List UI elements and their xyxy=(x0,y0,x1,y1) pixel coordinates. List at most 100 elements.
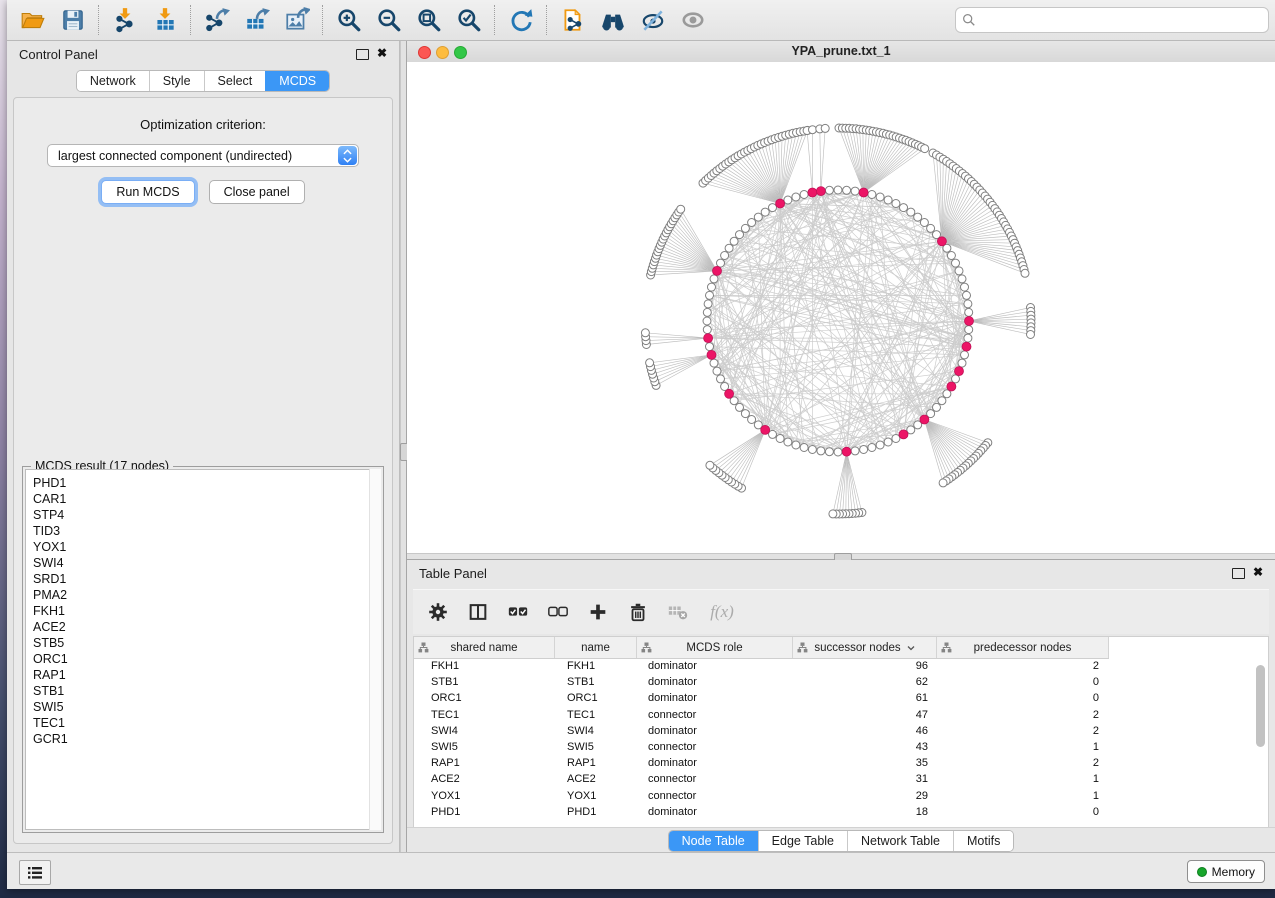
tab-edge-table[interactable]: Edge Table xyxy=(758,831,847,851)
cell-predecessor-nodes: 1 xyxy=(1039,771,1099,787)
mcds-result-node[interactable]: YOX1 xyxy=(33,539,380,555)
tab-network-table[interactable]: Network Table xyxy=(847,831,953,851)
tab-select[interactable]: Select xyxy=(204,71,266,91)
close-panel-button[interactable]: Close panel xyxy=(209,180,305,204)
column-header-successor-nodes[interactable]: successor nodes xyxy=(793,637,937,658)
zoom-fit-icon[interactable] xyxy=(409,3,449,37)
export-network-icon[interactable] xyxy=(197,3,237,37)
table-row-PHD1[interactable]: PHD1PHD1dominator180 xyxy=(414,804,1253,820)
mcds-result-node[interactable]: PMA2 xyxy=(33,587,380,603)
toolbar-separator xyxy=(98,5,100,35)
cell-shared-name: ACE2 xyxy=(431,771,460,787)
scrollbar-thumb[interactable] xyxy=(1256,665,1265,747)
memory-button[interactable]: Memory xyxy=(1187,860,1265,883)
cell-predecessor-nodes: 2 xyxy=(1039,755,1099,771)
search-input[interactable] xyxy=(980,12,1262,28)
tab-node-table[interactable]: Node Table xyxy=(669,831,758,851)
save-session-icon[interactable] xyxy=(53,3,93,37)
tab-mcds[interactable]: MCDS xyxy=(265,71,329,91)
mcds-result-node[interactable]: RAP1 xyxy=(33,667,380,683)
mcds-result-node[interactable]: STB5 xyxy=(33,635,380,651)
network-canvas[interactable] xyxy=(407,62,1275,553)
tab-motifs[interactable]: Motifs xyxy=(953,831,1013,851)
mcds-result-node[interactable]: TEC1 xyxy=(33,715,380,731)
mcds-result-node[interactable]: ORC1 xyxy=(33,651,380,667)
hide-selected-icon[interactable] xyxy=(633,3,673,37)
table-scrollbar[interactable] xyxy=(1256,661,1265,823)
table-row-FKH1[interactable]: FKH1FKH1dominator962 xyxy=(414,658,1253,674)
close-panel-icon[interactable]: ✖ xyxy=(1253,565,1263,579)
horizontal-splitter[interactable] xyxy=(407,553,1275,560)
float-panel-icon[interactable] xyxy=(356,49,369,60)
vertical-splitter[interactable] xyxy=(400,41,407,852)
search-box[interactable] xyxy=(955,7,1269,33)
mcds-list-scrollbar[interactable] xyxy=(369,469,381,830)
find-icon[interactable] xyxy=(593,3,633,37)
network-graph[interactable] xyxy=(407,62,1275,553)
table-row-SWI4[interactable]: SWI4SWI4dominator462 xyxy=(414,723,1253,739)
toolbar-separator xyxy=(190,5,192,35)
zoom-out-icon[interactable] xyxy=(369,3,409,37)
network-view-window: YPA_prune.txt_1 xyxy=(407,41,1275,553)
toolbar-separator xyxy=(546,5,548,35)
task-history-button[interactable] xyxy=(19,860,51,885)
optimization-criterion-select[interactable]: largest connected component (undirected) xyxy=(47,144,359,167)
mcds-result-node[interactable]: GCR1 xyxy=(33,731,380,747)
mcds-result-node[interactable]: SWI5 xyxy=(33,699,380,715)
settings-gear-icon[interactable] xyxy=(425,599,451,625)
table-row-STB1[interactable]: STB1STB1dominator620 xyxy=(414,674,1253,690)
mcds-result-node[interactable]: PHD1 xyxy=(33,475,380,491)
column-header-shared-name[interactable]: shared name xyxy=(414,637,555,658)
import-network-icon[interactable] xyxy=(105,3,145,37)
column-layout-icon[interactable] xyxy=(465,599,491,625)
cell-name: PHD1 xyxy=(567,804,596,820)
preview-icon[interactable] xyxy=(673,3,713,37)
zoom-selected-icon[interactable] xyxy=(449,3,489,37)
cell-predecessor-nodes: 0 xyxy=(1039,804,1099,820)
table-row-ACE2[interactable]: ACE2ACE2connector311 xyxy=(414,771,1253,787)
mcds-result-node[interactable]: FKH1 xyxy=(33,603,380,619)
mcds-result-node[interactable]: SWI4 xyxy=(33,555,380,571)
float-panel-icon[interactable] xyxy=(1232,568,1245,579)
column-header-MCDS-role[interactable]: MCDS role xyxy=(637,637,793,658)
cell-successor-nodes: 35 xyxy=(868,755,928,771)
cell-successor-nodes: 96 xyxy=(868,658,928,674)
mcds-result-node[interactable]: TID3 xyxy=(33,523,380,539)
run-mcds-button[interactable]: Run MCDS xyxy=(101,180,194,204)
tab-network[interactable]: Network xyxy=(77,71,149,91)
export-table-icon[interactable] xyxy=(237,3,277,37)
table-row-SWI5[interactable]: SWI5SWI5connector431 xyxy=(414,739,1253,755)
close-panel-icon[interactable]: ✖ xyxy=(377,46,387,60)
network-window-titlebar[interactable]: YPA_prune.txt_1 xyxy=(407,41,1275,63)
delete-column-icon[interactable] xyxy=(625,599,651,625)
mcds-result-node[interactable]: SRD1 xyxy=(33,571,380,587)
delete-table-disabled-icon xyxy=(665,599,691,625)
cell-shared-name: STB1 xyxy=(431,674,459,690)
column-header-name[interactable]: name xyxy=(555,637,637,658)
mcds-result-node[interactable]: CAR1 xyxy=(33,491,380,507)
export-image-icon[interactable] xyxy=(277,3,317,37)
deselect-all-icon[interactable] xyxy=(545,599,571,625)
cell-successor-nodes: 18 xyxy=(868,804,928,820)
zoom-in-icon[interactable] xyxy=(329,3,369,37)
refresh-icon[interactable] xyxy=(501,3,541,37)
column-header-predecessor-nodes[interactable]: predecessor nodes xyxy=(937,637,1109,658)
open-file-icon[interactable] xyxy=(13,3,53,37)
mcds-result-node[interactable]: STB1 xyxy=(33,683,380,699)
select-all-icon[interactable] xyxy=(505,599,531,625)
mcds-result-node[interactable]: ACE2 xyxy=(33,619,380,635)
import-table-icon[interactable] xyxy=(145,3,185,37)
table-row-ORC1[interactable]: ORC1ORC1dominator610 xyxy=(414,690,1253,706)
mcds-result-node[interactable]: STP4 xyxy=(33,507,380,523)
tab-style[interactable]: Style xyxy=(149,71,204,91)
table-row-YOX1[interactable]: YOX1YOX1connector291 xyxy=(414,788,1253,804)
table-row-TEC1[interactable]: TEC1TEC1connector472 xyxy=(414,707,1253,723)
add-column-icon[interactable] xyxy=(585,599,611,625)
table-row-RAP1[interactable]: RAP1RAP1dominator352 xyxy=(414,755,1253,771)
cell-mcds-role: dominator xyxy=(648,723,697,739)
cell-shared-name: YOX1 xyxy=(431,788,460,804)
table-header-row: shared namenameMCDS rolesuccessor nodesp… xyxy=(414,637,1109,659)
clone-network-icon[interactable] xyxy=(553,3,593,37)
mcds-result-list[interactable]: PHD1CAR1STP4TID3YOX1SWI4SRD1PMA2FKH1ACE2… xyxy=(25,469,381,830)
column-type-icon xyxy=(641,642,652,653)
